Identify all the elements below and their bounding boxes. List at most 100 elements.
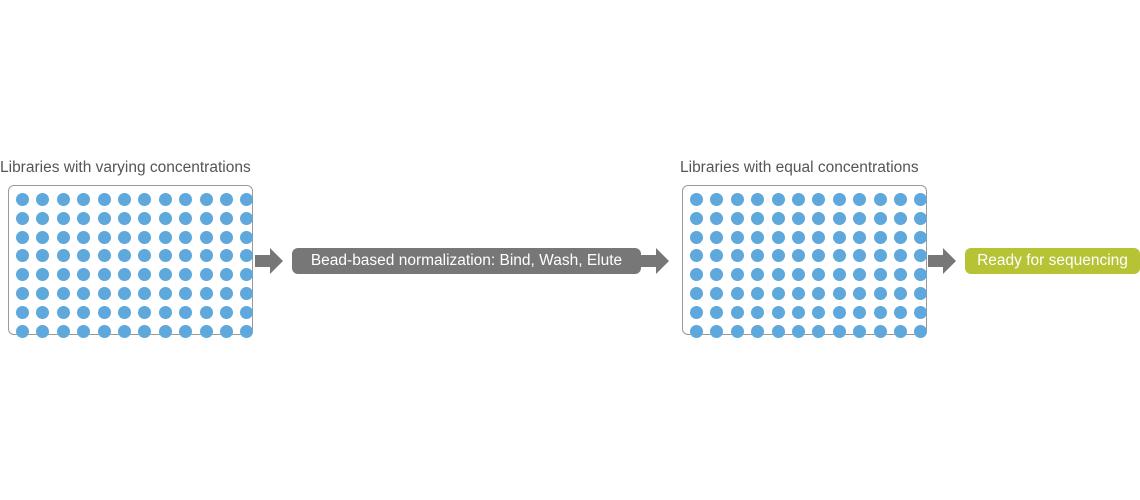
well [36,286,50,300]
well [138,249,152,263]
arrow-icon [255,248,283,274]
well [56,193,70,206]
well [751,305,765,319]
well [158,324,172,338]
well [77,249,91,263]
well [36,268,50,282]
well [771,324,785,338]
well [832,305,846,319]
well [240,286,254,300]
well [77,305,91,319]
well [751,324,765,338]
well [179,324,193,338]
well [893,249,907,263]
well [751,193,765,206]
well [914,324,928,338]
result-plate [682,185,928,338]
well [853,249,867,263]
well [138,324,152,338]
well [117,324,131,338]
well [730,230,744,244]
well [853,268,867,282]
well [812,211,826,225]
well [138,193,152,206]
well [199,286,213,300]
well [199,268,213,282]
well [812,193,826,206]
well [219,249,233,263]
well [36,249,50,263]
well [853,305,867,319]
well [97,268,111,282]
well [16,249,29,263]
well [812,286,826,300]
well [730,249,744,263]
well [690,193,703,206]
well [832,230,846,244]
well [893,286,907,300]
well [117,230,131,244]
well [36,211,50,225]
well [893,230,907,244]
well [219,268,233,282]
well [791,286,805,300]
well [16,324,29,338]
well [914,211,928,225]
well [914,193,928,206]
well [16,193,29,206]
well [730,211,744,225]
source-plate-label: Libraries with varying concentrations [0,159,251,176]
well [97,249,111,263]
well [138,211,152,225]
well [690,249,703,263]
well [158,193,172,206]
well [97,286,111,300]
well [97,211,111,225]
well [240,230,254,244]
well [97,230,111,244]
well [832,268,846,282]
source-plate [8,185,254,338]
well [710,249,724,263]
well [751,249,765,263]
well [56,305,70,319]
well [219,193,233,206]
well [56,286,70,300]
well [751,286,765,300]
well [771,249,785,263]
well [97,305,111,319]
well [873,268,887,282]
well [710,268,724,282]
well [179,305,193,319]
normalization-step: Bead-based normalization: Bind, Wash, El… [292,248,641,274]
well [832,286,846,300]
well [914,305,928,319]
well [77,230,91,244]
well [56,230,70,244]
well [219,324,233,338]
well [16,268,29,282]
well [240,249,254,263]
well [771,193,785,206]
well [240,305,254,319]
well [873,193,887,206]
well [751,211,765,225]
well [812,268,826,282]
well [138,230,152,244]
well [77,286,91,300]
well [138,305,152,319]
well [56,211,70,225]
well [710,324,724,338]
well [730,286,744,300]
well [710,230,724,244]
well [893,268,907,282]
well [791,230,805,244]
well [791,268,805,282]
well [690,286,703,300]
arrow-icon [641,248,669,274]
well [914,286,928,300]
source-wells [13,190,258,340]
well [771,268,785,282]
result-plate-label: Libraries with equal concentrations [680,159,919,176]
well [158,230,172,244]
